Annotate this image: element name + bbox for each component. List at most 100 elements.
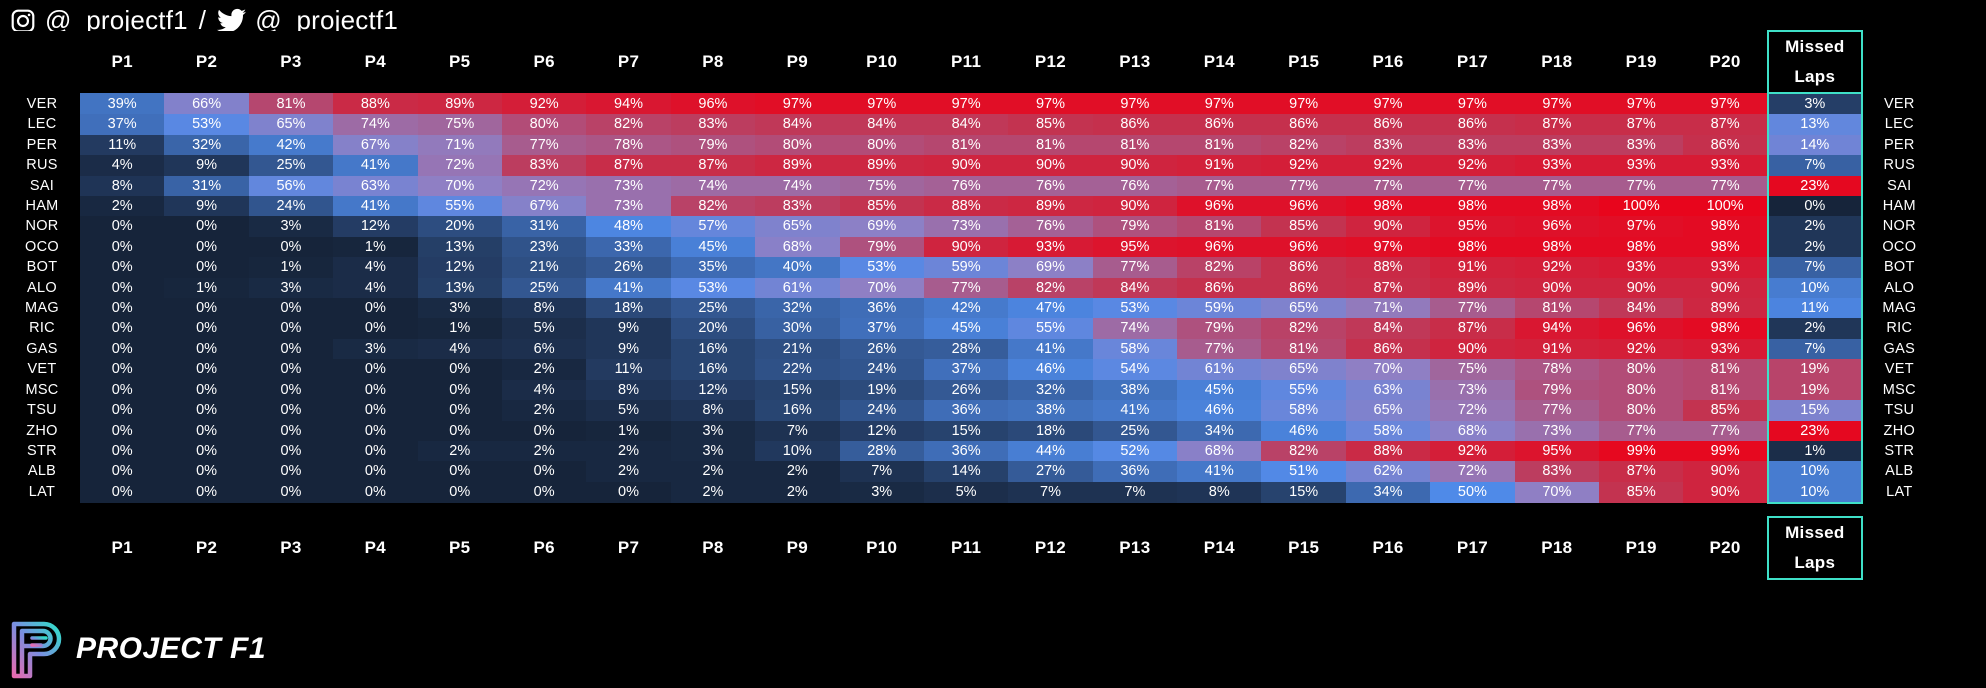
heatmap-cell: 15% [923, 420, 1009, 441]
heatmap-cell: 26% [923, 379, 1009, 401]
heatmap-cell: 46% [1261, 420, 1346, 441]
heatmap-cell: 77% [1345, 175, 1431, 197]
heatmap-cell: 2% [501, 440, 587, 462]
heatmap-cell: 95% [1514, 440, 1600, 462]
heatmap-cell: 14% [923, 461, 1009, 482]
heatmap-cell: 74% [670, 175, 756, 197]
driver-label-right-tsu: TSU [1861, 400, 1936, 421]
heatmap-cell: 92% [501, 93, 587, 115]
heatmap-cell: 98% [1345, 196, 1431, 217]
driver-label-left-per: PER [4, 134, 80, 156]
heatmap-cell: 98% [1683, 318, 1768, 339]
column-header-p10: P10 [839, 31, 924, 93]
heatmap-cell: 0% [248, 318, 334, 339]
heatmap-cell: 82% [1261, 318, 1346, 339]
missed-laps-cell: 15% [1766, 400, 1863, 421]
heatmap-cell: 87% [1599, 114, 1684, 135]
header-corner-left [4, 31, 80, 93]
heatmap-cell: 12% [839, 420, 924, 441]
heatmap-cell: 75% [417, 114, 502, 135]
heatmap-cell: 76% [923, 175, 1009, 197]
heatmap-row: BOT 0% 0% 1% 4% 12% 21% 26% 35% 40% 53% 59% 69% 77% 82… [4, 257, 1936, 278]
column-header-p6: P6 [501, 517, 587, 580]
heatmap-cell: 86% [1345, 114, 1431, 135]
heatmap-cell: 96% [1177, 236, 1262, 258]
heatmap-cell: 70% [417, 175, 502, 197]
column-header-p11: P11 [923, 31, 1009, 93]
column-header-p20: P20 [1683, 31, 1768, 93]
heatmap-cell: 11% [586, 359, 671, 380]
heatmap-cell: 77% [1599, 175, 1684, 197]
heatmap-cell: 91% [1514, 338, 1600, 360]
heatmap-cell: 73% [586, 196, 671, 217]
heatmap-cell: 58% [1261, 400, 1346, 421]
heatmap-cell: 19% [839, 379, 924, 401]
heatmap-cell: 46% [1177, 400, 1262, 421]
heatmap-cell: 39% [80, 93, 165, 115]
missed-laps-cell: 23% [1766, 420, 1863, 441]
heatmap-cell: 89% [417, 93, 502, 115]
column-header-p9: P9 [755, 31, 840, 93]
heatmap-cell: 1% [417, 318, 502, 339]
heatmap-cell: 93% [1599, 257, 1684, 278]
heatmap-cell: 0% [80, 298, 165, 319]
heatmap-cell: 2% [755, 481, 840, 504]
heatmap-cell: 77% [1177, 175, 1262, 197]
heatmap-cell: 36% [839, 298, 924, 319]
heatmap-cell: 4% [80, 155, 165, 176]
heatmap-cell: 0% [248, 420, 334, 441]
heatmap-cell: 0% [417, 379, 502, 401]
heatmap-cell: 77% [501, 134, 587, 156]
heatmap-cell: 90% [1683, 461, 1768, 482]
heatmap-cell: 95% [1430, 216, 1515, 237]
heatmap-cell: 24% [839, 359, 924, 380]
heatmap-cell: 22% [755, 359, 840, 380]
column-header-p8: P8 [670, 31, 756, 93]
heatmap-cell: 90% [1092, 196, 1178, 217]
column-header-p13: P13 [1092, 31, 1178, 93]
f1-heatmap-page: @_projectf1 / @_projectf1 P1 P2 P3 P4 P5 P6 P7… [0, 0, 1986, 688]
heatmap-row: OCO 0% 0% 0% 1% 13% 23% 33% 45% 68% 79% 90% 93% 95% 96… [4, 236, 1936, 258]
heatmap-cell: 83% [670, 114, 756, 135]
heatmap-cell: 0% [80, 461, 165, 482]
heatmap-cell: 96% [1261, 236, 1346, 258]
heatmap-cell: 21% [501, 257, 587, 278]
heatmap-cell: 0% [80, 277, 165, 299]
driver-label-left-gas: GAS [4, 338, 80, 360]
heatmap-cell: 51% [1261, 461, 1346, 482]
driver-label-right-vet: VET [1861, 359, 1936, 380]
heatmap-cell: 2% [501, 359, 587, 380]
heatmap-cell: 77% [1683, 175, 1768, 197]
heatmap-cell: 97% [923, 93, 1009, 115]
heatmap-cell: 38% [1008, 400, 1093, 421]
heatmap-cell: 79% [839, 236, 924, 258]
column-header-p3: P3 [248, 31, 334, 93]
driver-label-right-alb: ALB [1861, 461, 1936, 482]
heatmap-cell: 18% [1008, 420, 1093, 441]
heatmap-cell: 23% [501, 236, 587, 258]
heatmap-cell: 41% [1008, 338, 1093, 360]
column-header-row-bottom: P1 P2 P3 P4 P5 P6 P7 P8 P9 P10 P11 P12 P13 P14 P15 P16 P… [4, 516, 1936, 581]
heatmap-cell: 25% [248, 155, 334, 176]
heatmap-cell: 98% [1430, 236, 1515, 258]
driver-label-right-msc: MSC [1861, 379, 1936, 401]
heatmap-cell: 0% [501, 420, 587, 441]
heatmap-cell: 86% [1683, 134, 1768, 156]
heatmap-cell: 83% [1430, 134, 1515, 156]
driver-label-left-ric: RIC [4, 318, 80, 339]
heatmap-cell: 9% [586, 318, 671, 339]
missed-laps-header-line2: Laps [1794, 553, 1836, 573]
heatmap-cell: 77% [1430, 175, 1515, 197]
heatmap-body: VER 39% 66% 81% 88% 89% 92% 94% 96% 97% 97% 97% 97% 9… [4, 93, 1936, 505]
missed-laps-cell: 10% [1766, 481, 1863, 505]
heatmap-cell: 81% [1092, 134, 1178, 156]
heatmap-cell: 89% [1008, 196, 1093, 217]
column-header-p15: P15 [1261, 31, 1346, 93]
heatmap-row: VET 0% 0% 0% 0% 0% 2% 11% 16% 22% 24% 37% 46% 54% 61% 6… [4, 359, 1936, 380]
column-header-p19: P19 [1599, 31, 1684, 93]
heatmap-cell: 74% [333, 114, 418, 135]
heatmap-cell: 7% [755, 420, 840, 441]
heatmap-cell: 83% [1345, 134, 1431, 156]
heatmap-cell: 97% [1430, 93, 1515, 115]
heatmap-cell: 72% [417, 155, 502, 176]
